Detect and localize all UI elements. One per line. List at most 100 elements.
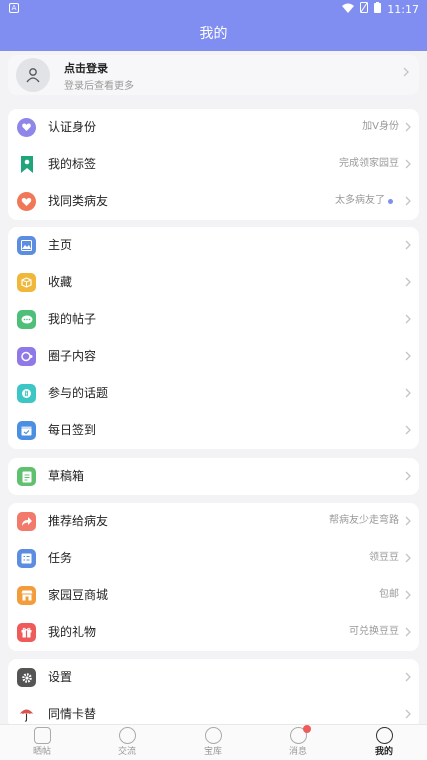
menu-item-label: 设置 (48, 670, 73, 684)
menu-group-content: 主页 收藏 我的帖子 圈子内容 参与的话题 每日签到 (8, 227, 419, 449)
menu-item-label: 推荐给病友 (48, 514, 109, 528)
menu-item-label: 找同类病友 (48, 194, 109, 208)
draft-icon (17, 467, 36, 486)
image-icon (17, 236, 36, 255)
chevron-right-icon (405, 553, 411, 563)
chevron-right-icon (403, 67, 409, 77)
circle-icon (17, 347, 36, 366)
chevron-right-icon (405, 590, 411, 600)
no-sim-icon (360, 2, 369, 16)
wifi-icon (342, 3, 355, 16)
tab-label: 交流 (117, 747, 136, 757)
clock: 11:17 (387, 2, 419, 16)
menu-item-label: 我的礼物 (48, 625, 97, 639)
tab-label: 我的 (374, 747, 393, 757)
menu-item-hint: 帮病友少走弯路 (329, 515, 399, 526)
chevron-right-icon (405, 627, 411, 637)
menu-item-label: 主页 (48, 238, 73, 252)
menu-item-verify-identity[interactable]: 认证身份 加V身份 (8, 109, 419, 146)
menu-item-label: 我的标签 (48, 157, 97, 171)
gift-box-icon (17, 273, 36, 292)
chevron-right-icon (405, 240, 411, 250)
chevron-right-icon (405, 351, 411, 361)
chevron-right-icon (405, 122, 411, 132)
login-card[interactable]: 点击登录 登录后查看更多 (8, 55, 419, 95)
login-subtitle: 登录后查看更多 (64, 81, 134, 92)
umbrella-icon (17, 705, 36, 724)
share-icon (17, 512, 36, 531)
menu-item-hint: 加V身份 (362, 121, 399, 132)
menu-item-tasks[interactable]: 任务 领豆豆 (8, 540, 419, 577)
chevron-right-icon (405, 516, 411, 526)
shield-heart-icon (17, 118, 36, 137)
notification-icon: A (9, 3, 19, 13)
chevron-right-icon (405, 709, 411, 719)
menu-item-hint: 完成领家园豆 (339, 158, 399, 169)
menu-item-label: 每日签到 (48, 423, 97, 437)
chevron-right-icon (405, 159, 411, 169)
tab-mine[interactable]: 我的 (354, 727, 414, 760)
chevron-right-icon (405, 196, 411, 206)
menu-item-label: 任务 (48, 551, 73, 565)
menu-group-drafts: 草稿箱 (8, 458, 419, 495)
menu-item-points-mall[interactable]: 家园豆商城 包邮 (8, 577, 419, 614)
menu-item-label: 参与的话题 (48, 386, 109, 400)
page-title: 我的 (0, 17, 427, 51)
menu-item-label: 收藏 (48, 275, 73, 289)
menu-item-label: 家园豆商城 (48, 588, 109, 602)
menu-item-circle-content[interactable]: 圈子内容 (8, 338, 419, 375)
tab-label: 消息 (288, 747, 307, 757)
menu-item-my-gifts[interactable]: 我的礼物 可兑换豆豆 (8, 614, 419, 651)
tab-messages[interactable]: 消息 (268, 725, 328, 760)
menu-item-label: 同情卡替 (48, 707, 97, 721)
chevron-right-icon (405, 425, 411, 435)
menu-item-my-tags[interactable]: 我的标签 完成领家园豆 (8, 146, 419, 183)
tab-treasure[interactable]: 宝库 (183, 727, 243, 760)
menu-item-favorites[interactable]: 收藏 (8, 264, 419, 301)
shop-icon (17, 586, 36, 605)
menu-item-daily-checkin[interactable]: 每日签到 (8, 412, 419, 449)
notification-dot (388, 199, 393, 204)
menu-item-drafts[interactable]: 草稿箱 (8, 458, 419, 495)
menu-item-label: 圈子内容 (48, 349, 97, 363)
menu-item-my-posts[interactable]: 我的帖子 (8, 301, 419, 338)
status-bar: A 11:17 (0, 0, 427, 17)
chevron-right-icon (405, 672, 411, 682)
menu-item-hint: 太多病友了 (335, 195, 385, 206)
heart-icon (17, 192, 36, 211)
menu-group-identity: 认证身份 加V身份 我的标签 完成领家园豆 找同类病友 太多病友了 (8, 109, 419, 220)
menu-item-find-peers[interactable]: 找同类病友 太多病友了 (8, 183, 419, 220)
unread-badge (302, 725, 311, 733)
chevron-right-icon (405, 314, 411, 324)
gear-icon (17, 668, 36, 687)
menu-item-topics[interactable]: 参与的话题 (8, 375, 419, 412)
tab-communication[interactable]: 交流 (97, 727, 157, 760)
menu-item-hint: 包邮 (379, 589, 399, 600)
menu-item-settings[interactable]: 设置 (8, 659, 419, 696)
avatar[interactable] (16, 58, 50, 92)
menu-item-hint: 领豆豆 (369, 552, 399, 563)
menu-group-rewards: 推荐给病友 帮病友少走弯路 任务 领豆豆 家园豆商城 包邮 我的礼物 可兑换豆豆 (8, 503, 419, 651)
chat-bubble-icon (118, 727, 136, 744)
treasure-icon (204, 727, 222, 744)
chevron-right-icon (405, 388, 411, 398)
user-icon (26, 68, 40, 83)
menu-item-label: 认证身份 (48, 120, 97, 134)
gift-icon (17, 623, 36, 642)
battery-icon (374, 2, 382, 16)
bookmark-icon (17, 155, 36, 174)
menu-item-homepage[interactable]: 主页 (8, 227, 419, 264)
login-title[interactable]: 点击登录 (64, 60, 108, 76)
task-icon (17, 549, 36, 568)
tab-label: 晒帖 (32, 747, 51, 757)
topic-icon (17, 384, 36, 403)
chevron-right-icon (405, 277, 411, 287)
menu-item-label: 我的帖子 (48, 312, 97, 326)
calendar-icon (17, 421, 36, 440)
post-icon (33, 727, 51, 744)
menu-group-settings: 设置 同情卡替 (8, 659, 419, 729)
message-icon (289, 725, 311, 744)
menu-item-recommend[interactable]: 推荐给病友 帮病友少走弯路 (8, 503, 419, 540)
menu-item-label: 草稿箱 (48, 469, 85, 483)
tab-post[interactable]: 晒帖 (12, 727, 72, 760)
